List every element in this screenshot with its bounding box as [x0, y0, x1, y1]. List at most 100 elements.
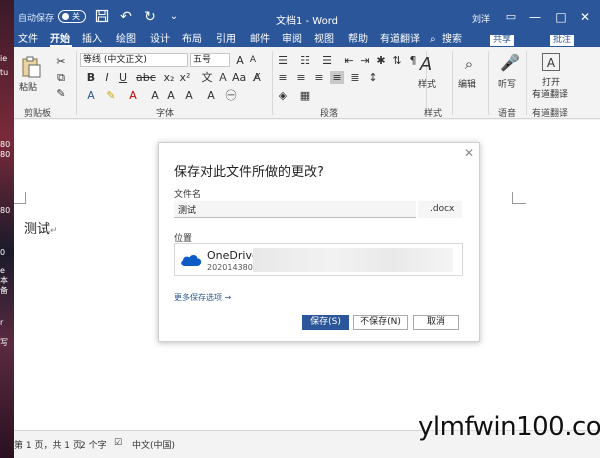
- line-spacing-icon[interactable]: ↕: [366, 71, 380, 84]
- comment-button[interactable]: 批注: [550, 35, 575, 46]
- distributed-icon[interactable]: ≣: [348, 71, 362, 84]
- underline-icon[interactable]: U: [116, 71, 130, 84]
- phonetic-guide-icon[interactable]: 文: [200, 71, 214, 84]
- save-button[interactable]: 保存(S): [302, 315, 349, 330]
- highlight-icon[interactable]: ✎: [104, 89, 118, 102]
- ribbon-display-icon[interactable]: ▭: [502, 8, 520, 26]
- sort-icon[interactable]: ⇅: [390, 54, 404, 67]
- site-watermark: ylmfwin100.com: [418, 412, 600, 442]
- paste-icon[interactable]: [20, 55, 42, 79]
- align-right-icon[interactable]: ≡: [312, 71, 326, 84]
- save-changes-dialog: ✕ 保存对此文件所做的更改? 文件名 .docx 位置 OneDrive 202…: [158, 142, 480, 342]
- document-text[interactable]: 测试↵: [24, 218, 58, 237]
- subscript-icon[interactable]: x₂: [162, 71, 176, 84]
- strikethrough-icon[interactable]: abc: [136, 71, 156, 84]
- document-body-text: 测试: [24, 222, 51, 237]
- paste-label: 粘贴: [19, 83, 38, 93]
- align-center-icon[interactable]: ≡: [294, 71, 308, 84]
- desktop-text: 80: [0, 150, 11, 159]
- borders-icon[interactable]: ▦: [298, 89, 312, 102]
- enclose-char-icon[interactable]: Ａ: [216, 71, 230, 84]
- font-size-value: 五号: [193, 55, 212, 65]
- tab-help[interactable]: 帮助: [348, 34, 368, 46]
- decrease-indent-icon[interactable]: ⇤: [342, 54, 356, 67]
- location-name: OneDrive: [207, 249, 259, 262]
- translate-button-line2[interactable]: 有道翻译: [532, 87, 568, 100]
- superscript-icon[interactable]: x²: [178, 71, 192, 84]
- tab-insert[interactable]: 插入: [82, 34, 102, 46]
- change-case-icon[interactable]: Aa: [232, 71, 246, 84]
- filename-input[interactable]: [174, 201, 416, 218]
- tab-draw[interactable]: 绘图: [116, 34, 136, 46]
- voice-group-label: 语音: [498, 109, 517, 119]
- location-picker[interactable]: OneDrive 2020143801: [174, 243, 463, 276]
- tab-mailings[interactable]: 邮件: [250, 34, 270, 46]
- clear-format-icon[interactable]: A̸: [250, 71, 264, 84]
- char-border-icon[interactable]: A: [182, 89, 196, 102]
- font-name-combo[interactable]: 等线 (中文正文): [80, 53, 188, 67]
- paragraph-group-label: 段落: [320, 109, 339, 119]
- wubi-icon[interactable]: A: [164, 89, 178, 102]
- cancel-button[interactable]: 取消: [413, 315, 459, 330]
- copy-icon[interactable]: ⧉: [54, 71, 68, 84]
- text-effects-icon[interactable]: A: [84, 89, 98, 102]
- language-status[interactable]: 中文(中国): [132, 438, 175, 451]
- close-icon[interactable]: ✕: [576, 8, 594, 26]
- desktop-text: e: [0, 266, 5, 275]
- multilevel-list-icon[interactable]: ☰: [320, 54, 334, 67]
- ribbon: 粘贴 ✂ ⧉ ✎ 剪贴板 等线 (中文正文) 五号 A A Aa A̸ B I …: [14, 47, 600, 119]
- user-name[interactable]: 刘洋: [472, 12, 490, 25]
- margin-corner-right: [512, 192, 526, 204]
- align-left-icon[interactable]: ≡: [276, 71, 290, 84]
- font-color-icon[interactable]: A: [126, 89, 140, 102]
- search-icon[interactable]: ⌕: [430, 34, 436, 46]
- tab-design[interactable]: 设计: [150, 34, 170, 46]
- tab-youdao[interactable]: 有道翻译: [380, 34, 420, 46]
- styles-icon[interactable]: A: [416, 55, 436, 75]
- translate-icon[interactable]: A: [542, 53, 560, 71]
- location-path: 2020143801: [207, 263, 258, 272]
- proofing-icon[interactable]: ☑: [114, 438, 122, 448]
- chinese-layout-icon[interactable]: ✱: [374, 54, 388, 67]
- more-save-options-link[interactable]: 更多保存选项 →: [174, 292, 231, 303]
- encircle-icon[interactable]: ㊀: [224, 89, 238, 102]
- page-count[interactable]: 第 1 页，共 1 页: [14, 438, 82, 451]
- microphone-icon[interactable]: 🎤: [500, 53, 520, 73]
- minimize-icon[interactable]: —: [526, 8, 544, 26]
- bullets-icon[interactable]: ☰: [276, 54, 290, 67]
- italic-icon[interactable]: I: [100, 71, 114, 84]
- dictate-button-label[interactable]: 听写: [498, 77, 516, 90]
- word-count[interactable]: 2 个字: [80, 438, 107, 451]
- format-painter-icon[interactable]: ✎: [54, 87, 68, 100]
- dialog-title: 保存对此文件所做的更改?: [174, 165, 324, 180]
- cut-icon[interactable]: ✂: [54, 55, 68, 68]
- tab-view[interactable]: 视图: [314, 34, 334, 46]
- justify-icon[interactable]: ≡: [330, 71, 344, 84]
- tab-file[interactable]: 文件: [18, 34, 38, 46]
- dialog-close-icon[interactable]: ✕: [462, 146, 476, 160]
- grow-font-icon[interactable]: A: [233, 54, 247, 67]
- phonetic-icon[interactable]: A: [204, 89, 218, 102]
- bold-icon[interactable]: B: [84, 71, 98, 84]
- increase-indent-icon[interactable]: ⇥: [358, 54, 372, 67]
- font-size-combo[interactable]: 五号: [190, 53, 230, 67]
- styles-button-label[interactable]: 样式: [418, 77, 436, 90]
- dont-save-button[interactable]: 不保存(N): [353, 315, 408, 330]
- edit-button-label[interactable]: 编辑: [458, 77, 476, 90]
- onedrive-cloud-icon: [181, 254, 202, 266]
- shading-icon[interactable]: ◈: [276, 89, 290, 102]
- share-button[interactable]: 共享: [490, 35, 515, 46]
- tab-layout[interactable]: 布局: [182, 34, 202, 46]
- tab-review[interactable]: 审阅: [282, 34, 302, 46]
- shrink-font-icon[interactable]: A: [247, 54, 259, 67]
- maximize-icon[interactable]: □: [552, 8, 570, 26]
- char-shading-icon[interactable]: A: [148, 89, 162, 102]
- desktop-text: r: [0, 318, 4, 327]
- group-divider: [526, 51, 527, 115]
- styles-group-label: 样式: [424, 109, 443, 119]
- numbering-icon[interactable]: ☷: [298, 54, 312, 67]
- desktop-text: 写: [0, 338, 8, 347]
- tab-references[interactable]: 引用: [216, 34, 236, 46]
- tab-search[interactable]: 搜索: [442, 34, 462, 46]
- find-icon[interactable]: ⌕: [460, 55, 478, 73]
